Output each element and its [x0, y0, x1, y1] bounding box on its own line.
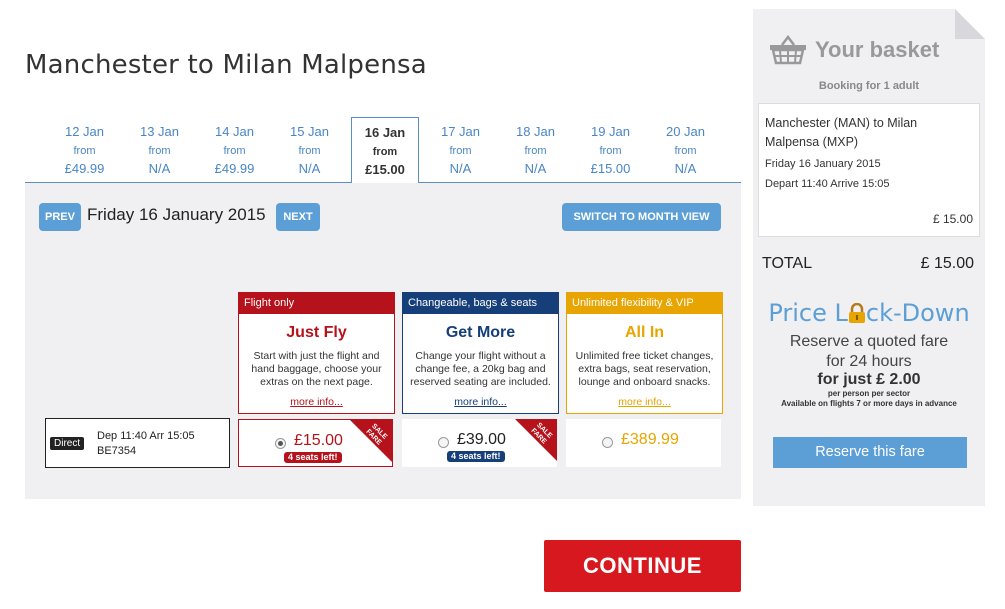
date-tab-20-jan[interactable]: 20 Jan from N/A — [648, 117, 723, 183]
page-title: Manchester to Milan Malpensa — [25, 50, 427, 80]
fare-card-all-in: Unlimited flexibility & VIP All In Unlim… — [566, 292, 723, 414]
date-tab-date: 20 Jan — [665, 124, 706, 139]
more-info-link[interactable]: more info... — [567, 396, 722, 408]
fare-selection-panel: PREV Friday 16 January 2015 NEXT SWITCH … — [25, 183, 741, 499]
fare-card-name: Get More — [445, 324, 516, 341]
more-info-link[interactable]: more info... — [239, 396, 394, 408]
fare-card-header: Flight only — [239, 293, 394, 314]
date-tab-date: 15 Jan — [289, 124, 330, 139]
price-option-just-fly[interactable]: £15.00 4 seats left! SALE FARE — [238, 419, 393, 467]
date-tab-from: from — [298, 145, 321, 157]
total-label: TOTAL — [762, 255, 813, 272]
date-tab-date: 14 Jan — [214, 124, 255, 139]
date-tab-14-jan[interactable]: 14 Jan from £49.99 — [197, 117, 272, 183]
date-tab-price: N/A — [674, 161, 697, 176]
fare-radio[interactable] — [602, 437, 613, 448]
booking-for-label: Booking for 1 adult — [818, 80, 920, 92]
date-tab-price: £15.00 — [590, 161, 631, 176]
date-tab-price: £49.99 — [64, 161, 105, 176]
basket-item-price: £ 15.00 — [932, 212, 973, 226]
date-tab-17-jan[interactable]: 17 Jan from N/A — [423, 117, 498, 183]
fare-card-just-fly: Flight only Just Fly Start with just the… — [238, 292, 395, 414]
fare-radio[interactable] — [275, 438, 286, 449]
date-tab-price: N/A — [298, 161, 321, 176]
fare-price: £39.00 — [457, 431, 506, 448]
seats-left-badge: 4 seats left! — [284, 452, 342, 463]
date-tabs: 12 Jan from £49.99 13 Jan from N/A 14 Ja… — [25, 117, 741, 184]
date-tab-price: £49.99 — [214, 161, 255, 176]
date-tab-from: from — [73, 145, 96, 157]
date-tab-date: 13 Jan — [139, 124, 180, 139]
price-lockdown-title: Price L ck-Down — [753, 299, 985, 327]
date-tab-12-jan[interactable]: 12 Jan from £49.99 — [47, 117, 122, 183]
switch-to-month-view-button[interactable]: SWITCH TO MONTH VIEW — [562, 203, 721, 231]
date-tab-date: 18 Jan — [515, 124, 556, 139]
fare-price: £15.00 — [294, 432, 343, 449]
flight-number: BE7354 — [97, 445, 137, 457]
fare-card-description: Start with just the flight and hand bagg… — [251, 350, 382, 388]
lockdown-price: for just £ 2.00 — [817, 371, 921, 388]
date-tab-date: 17 Jan — [440, 124, 481, 139]
date-tab-19-jan[interactable]: 19 Jan from £15.00 — [573, 117, 648, 183]
date-tab-15-jan[interactable]: 15 Jan from N/A — [272, 117, 347, 183]
fare-card-header: Changeable, bags & seats — [403, 293, 558, 314]
total-value: £ 15.00 — [920, 255, 974, 272]
date-tab-from: from — [599, 145, 622, 157]
lockdown-title-end: ck-Down — [865, 299, 970, 327]
date-tab-from: from — [223, 145, 246, 157]
lockdown-description: Reserve a quoted fare for 24 hours — [753, 332, 985, 372]
date-tab-price: £15.00 — [365, 162, 405, 177]
date-tab-from: from — [372, 146, 398, 158]
basket-item: Manchester (MAN) to Milan Malpensa (MXP)… — [758, 103, 980, 237]
lockdown-per-person: per person per sector — [827, 389, 911, 398]
fare-card-description: Unlimited free ticket changes, extra bag… — [575, 350, 714, 388]
fare-card-description: Change your flight without a change fee,… — [410, 350, 551, 388]
date-tab-from: from — [524, 145, 547, 157]
continue-button[interactable]: CONTINUE — [544, 540, 741, 592]
price-option-get-more[interactable]: £39.00 4 seats left! SALE FARE — [402, 419, 557, 467]
date-tab-from: from — [148, 145, 171, 157]
date-tab-price: N/A — [148, 161, 171, 176]
fare-price: £389.99 — [621, 431, 679, 448]
booking-page: Manchester to Milan Malpensa 12 Jan from… — [0, 0, 1005, 609]
direct-badge: Direct — [50, 437, 85, 450]
price-option-all-in[interactable]: £389.99 — [566, 419, 721, 467]
fare-card-get-more: Changeable, bags & seats Get More Change… — [402, 292, 559, 414]
padlock-icon — [848, 301, 866, 323]
date-tab-date: 19 Jan — [590, 124, 631, 139]
fare-card-name: Just Fly — [286, 324, 347, 341]
seats-left-badge: 4 seats left! — [447, 451, 505, 462]
basket-sidebar: Your basket Booking for 1 adult Manchest… — [753, 9, 985, 506]
lockdown-availability: Available on flights 7 or more days in a… — [781, 399, 957, 408]
date-tab-16-jan[interactable]: 16 Jan from £15.00 — [351, 117, 419, 184]
fare-card-name: All In — [624, 324, 665, 341]
page-curl-decoration — [955, 9, 985, 39]
selected-day-label: Friday 16 January 2015 — [87, 205, 266, 224]
basket-icon — [769, 34, 807, 70]
date-tab-date: 12 Jan — [64, 124, 105, 139]
basket-route: Manchester (MAN) to Milan Malpensa (MXP) — [765, 116, 918, 149]
date-tab-price: N/A — [524, 161, 547, 176]
date-tab-13-jan[interactable]: 13 Jan from N/A — [122, 117, 197, 183]
flight-info: Direct Dep 11:40 Arr 15:05 BE7354 — [45, 418, 230, 468]
date-tab-from: from — [449, 145, 472, 157]
lockdown-line-1: Reserve a quoted fare — [789, 333, 949, 350]
lockdown-title-start: Price L — [768, 299, 848, 327]
basket-times: Depart 11:40 Arrive 15:05 — [765, 178, 890, 190]
basket-title: Your basket — [815, 37, 940, 62]
fare-card-header: Unlimited flexibility & VIP — [567, 293, 722, 314]
basket-date: Friday 16 January 2015 — [765, 158, 881, 170]
date-tab-from: from — [674, 145, 697, 157]
more-info-link[interactable]: more info... — [403, 396, 558, 408]
date-tab-18-jan[interactable]: 18 Jan from N/A — [498, 117, 573, 183]
fare-radio[interactable] — [438, 437, 449, 448]
next-day-button[interactable]: NEXT — [276, 203, 320, 231]
prev-day-button[interactable]: PREV — [39, 203, 81, 231]
flight-times: Dep 11:40 Arr 15:05 — [97, 430, 195, 442]
lockdown-line-2: for 24 hours — [826, 353, 912, 370]
date-tab-date: 16 Jan — [364, 125, 406, 140]
date-tab-price: N/A — [449, 161, 472, 176]
reserve-fare-button[interactable]: Reserve this fare — [773, 437, 967, 468]
